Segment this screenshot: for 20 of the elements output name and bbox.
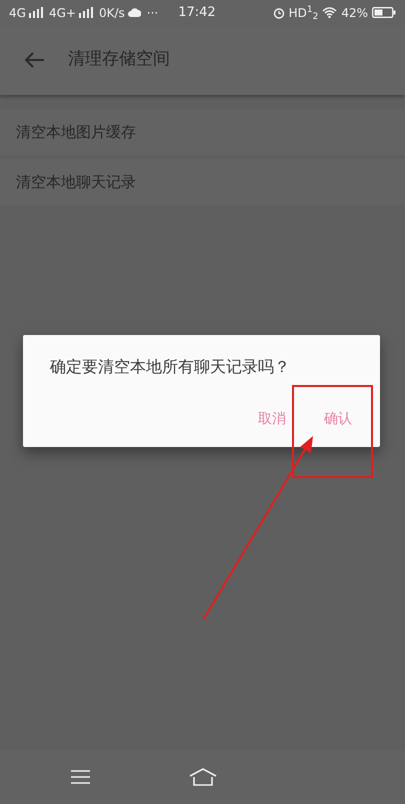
- settings-item[interactable]: 清空本地图片缓存: [0, 109, 405, 155]
- cloud-icon: [128, 8, 141, 17]
- page-title: 清理存储空间: [68, 48, 170, 72]
- status-text: 4G: [9, 4, 26, 22]
- menu-icon[interactable]: [71, 770, 90, 784]
- status-text: 4G+: [48, 4, 76, 22]
- settings-item[interactable]: 清空本地聊天记录: [0, 159, 405, 205]
- status-text: ···: [146, 4, 158, 22]
- home-icon[interactable]: [189, 768, 217, 786]
- alarm-icon: [272, 6, 285, 18]
- dialog-message: 确定要清空本地所有聊天记录吗？: [50, 356, 291, 378]
- signal-icon: [78, 7, 93, 18]
- status-text: 0K/s: [98, 4, 125, 22]
- battery-level: 42%: [341, 4, 368, 22]
- signal-icon: [28, 7, 43, 18]
- battery-icon: [372, 7, 396, 18]
- dialog-button[interactable]: 取消: [256, 409, 288, 430]
- clock-time: 17:42: [178, 4, 216, 22]
- dialog-button[interactable]: 确认: [322, 409, 354, 430]
- wifi-icon: [322, 7, 338, 18]
